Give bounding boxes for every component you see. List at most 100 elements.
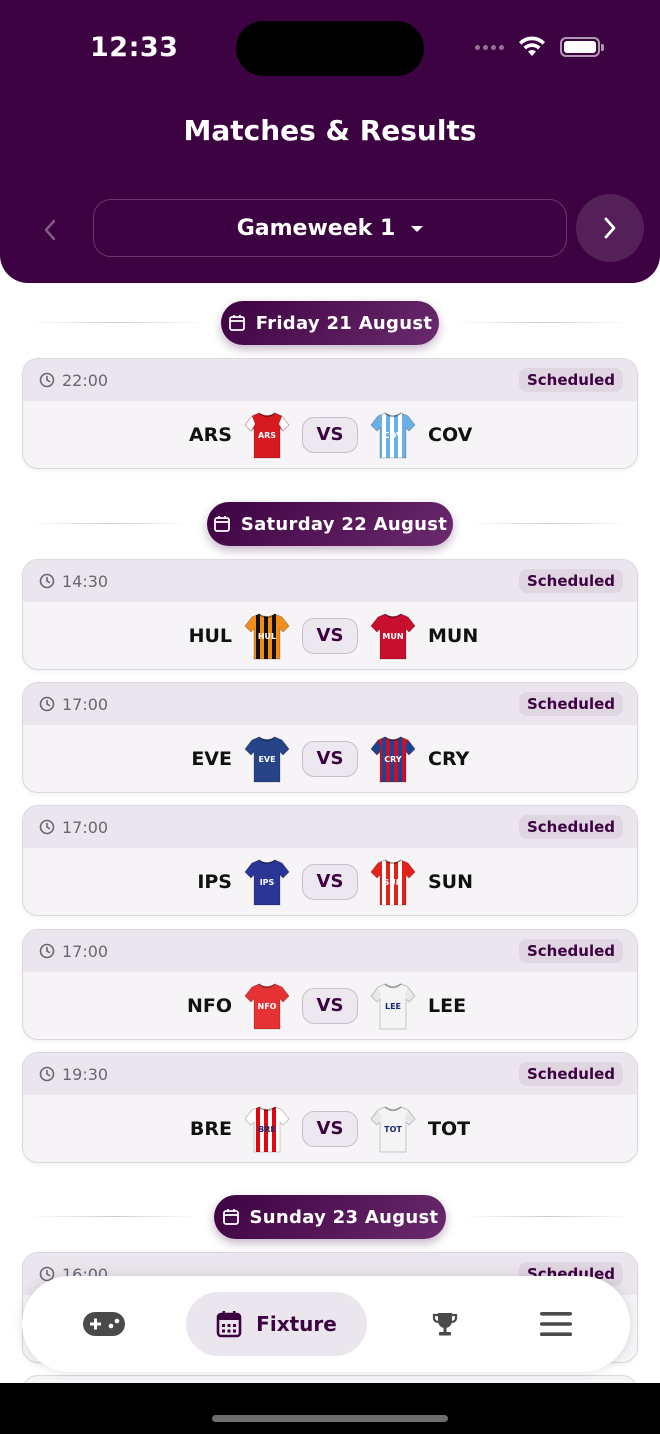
- match-time: 19:30: [62, 1064, 109, 1084]
- home-bar: [0, 1383, 660, 1434]
- calendar-icon: [228, 315, 245, 331]
- match-card[interactable]: 17:00 Scheduled IPS IPS VS SUN SUN: [22, 805, 638, 916]
- svg-text:IPS: IPS: [260, 878, 275, 887]
- clock-icon: [39, 696, 55, 712]
- caret-down-icon: [411, 226, 424, 232]
- status-icons: [475, 36, 604, 58]
- status-badge: Scheduled: [518, 569, 623, 593]
- date-label: Saturday 22 August: [240, 513, 448, 535]
- status-badge: Scheduled: [518, 939, 623, 963]
- calendar-icon: [216, 1311, 242, 1338]
- vs-badge: VS: [302, 987, 358, 1024]
- nav-fixture[interactable]: Fixture: [186, 1292, 367, 1356]
- svg-text:ARS: ARS: [258, 431, 276, 440]
- svg-text:BRE: BRE: [258, 1125, 276, 1134]
- match-time: 17:00: [62, 941, 109, 961]
- match-card[interactable]: 17:00 Scheduled NFO NFO VS LEE LEE: [22, 929, 638, 1040]
- menu-icon: [540, 1312, 572, 1336]
- away-team-code: COV: [428, 423, 473, 446]
- clock-icon: [39, 943, 55, 959]
- away-shirt-icon: LEE: [370, 983, 416, 1029]
- gameweek-select[interactable]: Gameweek 1: [93, 199, 567, 257]
- status-time: 12:33: [90, 32, 179, 63]
- away-team-code: MUN: [428, 624, 479, 647]
- nav-menu[interactable]: [532, 1292, 580, 1356]
- clock-icon: [39, 1066, 55, 1082]
- match-time: 17:00: [62, 694, 109, 714]
- svg-text:SUN: SUN: [384, 878, 403, 887]
- date-pill: Sunday 23 August: [214, 1195, 446, 1239]
- match-card[interactable]: 19:30 Scheduled BRE BRE VS TOT TOT: [22, 1052, 638, 1163]
- vs-badge: VS: [302, 617, 358, 654]
- home-shirt-icon: EVE: [244, 736, 290, 782]
- nav-trophy[interactable]: [422, 1292, 468, 1356]
- away-shirt-icon: TOT: [370, 1106, 416, 1152]
- away-team-code: SUN: [428, 870, 474, 893]
- bottom-navigation: Fixture: [22, 1276, 630, 1372]
- home-team-code: BRE: [189, 1117, 232, 1140]
- home-team-code: IPS: [197, 870, 232, 893]
- home-team-code: NFO: [186, 994, 232, 1017]
- match-time: 14:30: [62, 571, 109, 591]
- vs-badge: VS: [302, 740, 358, 777]
- match-card[interactable]: 22:00 Scheduled ARS ARS VS COV COV: [22, 358, 638, 469]
- calendar-icon: [222, 1209, 239, 1225]
- gameweek-label: Gameweek 1: [236, 215, 396, 241]
- away-team-code: TOT: [428, 1117, 471, 1140]
- away-shirt-icon: COV: [370, 412, 416, 458]
- date-header: Sunday 23 August: [0, 1195, 660, 1239]
- away-team-code: CRY: [428, 747, 470, 770]
- vs-badge: VS: [302, 416, 358, 453]
- match-time: 22:00: [62, 370, 109, 390]
- fixtures-list[interactable]: Friday 21 August 22:00 Scheduled ARS ARS…: [0, 283, 660, 1383]
- svg-text:NFO: NFO: [258, 1002, 277, 1011]
- home-shirt-icon: ARS: [244, 412, 290, 458]
- date-label: Friday 21 August: [255, 312, 433, 334]
- signal-icon: [475, 44, 504, 50]
- chevron-right-icon: [604, 217, 616, 239]
- wifi-icon: [519, 36, 545, 56]
- next-gameweek-button[interactable]: [576, 194, 644, 262]
- previous-gameweek-button[interactable]: [30, 210, 70, 250]
- battery-icon: [560, 37, 604, 57]
- app-header: 12:33 Matches & Results Gameweek 1: [0, 0, 660, 283]
- vs-badge: VS: [302, 1110, 358, 1147]
- svg-text:LEE: LEE: [385, 1002, 401, 1011]
- status-badge: Scheduled: [518, 692, 623, 716]
- svg-text:TOT: TOT: [384, 1125, 402, 1134]
- match-time: 17:00: [62, 817, 109, 837]
- nav-games[interactable]: [74, 1292, 134, 1356]
- home-team-code: EVE: [191, 747, 232, 770]
- home-shirt-icon: NFO: [244, 983, 290, 1029]
- clock-icon: [39, 372, 55, 388]
- chevron-left-icon: [44, 219, 56, 241]
- trophy-icon: [432, 1313, 458, 1336]
- vs-badge: VS: [302, 863, 358, 900]
- away-shirt-icon: CRY: [370, 736, 416, 782]
- match-card[interactable]: 14:30 Scheduled HUL HUL VS MUN MUN: [22, 559, 638, 670]
- home-team-code: ARS: [188, 423, 232, 446]
- nav-fixture-label: Fixture: [256, 1312, 337, 1336]
- date-label: Sunday 23 August: [249, 1206, 439, 1228]
- gamepad-icon: [83, 1312, 125, 1336]
- clock-icon: [39, 819, 55, 835]
- date-pill: Saturday 22 August: [207, 502, 453, 546]
- svg-text:COV: COV: [384, 431, 403, 440]
- dynamic-island: [236, 21, 424, 76]
- match-card[interactable]: 17:00 Scheduled EVE EVE VS CRY CRY: [22, 682, 638, 793]
- svg-text:CRY: CRY: [384, 755, 402, 764]
- home-indicator[interactable]: [212, 1415, 448, 1422]
- page-title: Matches & Results: [183, 114, 477, 147]
- home-shirt-icon: HUL: [244, 613, 290, 659]
- status-badge: Scheduled: [518, 815, 623, 839]
- svg-text:MUN: MUN: [382, 632, 403, 641]
- date-pill: Friday 21 August: [221, 301, 439, 345]
- calendar-icon: [213, 516, 230, 532]
- home-shirt-icon: IPS: [244, 859, 290, 905]
- match-card[interactable]: [22, 1375, 638, 1383]
- status-badge: Scheduled: [518, 1062, 623, 1086]
- home-shirt-icon: BRE: [244, 1106, 290, 1152]
- clock-icon: [39, 573, 55, 589]
- away-team-code: LEE: [428, 994, 467, 1017]
- svg-text:EVE: EVE: [258, 755, 275, 764]
